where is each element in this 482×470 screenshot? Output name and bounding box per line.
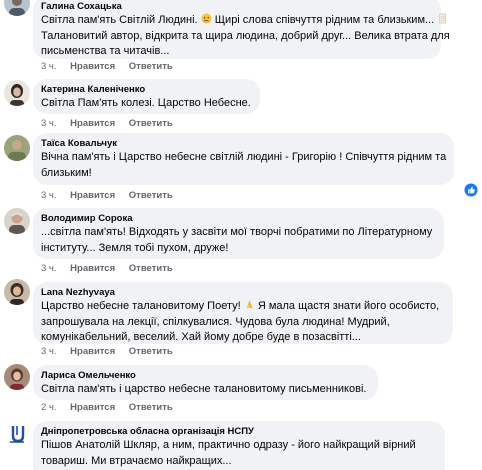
comment-author[interactable]: Lana Nezhyvaya xyxy=(41,287,443,299)
comment-text-line: Світла пам'ять і царство небесне таланов… xyxy=(41,383,367,395)
comment-text-line: Талановитий автор, відкрита та щира люди… xyxy=(41,29,450,42)
comment-text-line: товариш. Ми втрачаємо найкращих... xyxy=(41,454,232,467)
comment-text-line: Вічна пам'ять і Царство небесне світлій … xyxy=(41,151,447,163)
comment-text-line: комунікабельний, веселий. Хай йому добре… xyxy=(41,331,361,343)
comment-timestamp[interactable]: 3 ч. xyxy=(41,61,57,72)
comment-actions: 2 ч. Нравится Ответить xyxy=(41,402,184,414)
like-link[interactable]: Нравится xyxy=(70,346,115,357)
avatar[interactable] xyxy=(4,208,30,234)
comment-actions: 3 ч. Нравится Ответить xyxy=(41,190,184,202)
comment-bubble: Lana Nezhyvaya Царство небесне талановит… xyxy=(33,282,453,344)
comment-text-part: Я мала щастя знати його особисто, xyxy=(257,300,440,312)
comment-bubble: Таїса Ковальчук Вічна пам'ять і Царство … xyxy=(33,133,454,185)
comment-author[interactable]: Лариса Омельченко xyxy=(41,370,368,382)
reply-link[interactable]: Ответить xyxy=(129,190,173,201)
like-link[interactable]: Нравится xyxy=(70,190,115,201)
comment-text-line: запрошувала на лекції, спілкувалися. Чуд… xyxy=(41,315,390,328)
comment-author[interactable]: Катерина Каленіченко xyxy=(41,84,250,96)
comment-text-line: ...світла пам'ять! Відходять у засвіти м… xyxy=(41,226,433,238)
reply-link[interactable]: Ответить xyxy=(129,263,173,274)
folded-hands-emoji-icon xyxy=(246,300,252,309)
comment-bubble: Дніпропетровська обласна організація НСП… xyxy=(33,421,445,470)
comment-author[interactable]: Галина Сохацька xyxy=(41,1,431,13)
like-link[interactable]: Нравится xyxy=(70,118,115,129)
comment-actions: 3 ч. Нравится Ответить xyxy=(41,346,184,358)
comment-text-line: Світла пам'ять Світлій Людині. Щирі слов… xyxy=(41,13,447,29)
comment-bubble: Лариса Омельченко Світла пам'ять і царст… xyxy=(33,365,378,400)
reply-link[interactable]: Ответить xyxy=(129,61,173,72)
avatar[interactable] xyxy=(4,135,30,161)
comment-author[interactable]: Володимир Сорока xyxy=(41,213,434,225)
avatar[interactable] xyxy=(4,0,30,16)
comment-text-part: Царство небесне талановитому Поету! xyxy=(41,300,241,312)
avatar[interactable] xyxy=(4,80,30,106)
comment-timestamp[interactable]: 3 ч. xyxy=(41,190,57,201)
avatar[interactable] xyxy=(4,279,30,305)
comment-bubble: Катерина Каленіченко Світла Пам'ять коле… xyxy=(33,79,260,114)
like-link[interactable]: Нравится xyxy=(70,61,115,72)
comment-text-line: Світла Пам'ять колезі. Царство Небесне. xyxy=(41,97,251,109)
like-link[interactable]: Нравится xyxy=(70,402,115,413)
comment-text-line: близьким! xyxy=(41,166,92,179)
comment-text-line: письменства та читачів... xyxy=(41,45,170,57)
comment-actions: 3 ч. Нравится Ответить xyxy=(41,61,184,73)
nspu-logo[interactable] xyxy=(4,421,30,447)
comment-bubble: Галина Сохацька Світла пам'ять Світлій Л… xyxy=(33,0,450,59)
page-emoji-icon xyxy=(439,13,447,24)
comment-text-line: Царство небесне талановитому Поету! Я ма… xyxy=(41,299,443,315)
comment-timestamp[interactable]: 3 ч. xyxy=(41,263,57,274)
reply-link[interactable]: Ответить xyxy=(129,402,173,413)
reply-link[interactable]: Ответить xyxy=(129,118,173,129)
comment-bubble: Володимир Сорока ...світла пам'ять! Відх… xyxy=(33,208,444,259)
comment-text-part: Щирі слова співчуття рідним та близьким.… xyxy=(214,14,435,26)
comment-actions: 3 ч. Нравится Ответить xyxy=(41,263,184,275)
comment-timestamp[interactable]: 2 ч. xyxy=(41,402,57,413)
sad-face-emoji-icon xyxy=(201,13,212,24)
thumbs-up-reaction-icon[interactable] xyxy=(464,183,478,197)
comment-text-line: Пішов Анатолій Шкляр, а ним, практично о… xyxy=(41,439,416,451)
comments-thread: Галина Сохацька Світла пам'ять Світлій Л… xyxy=(0,0,482,470)
like-link[interactable]: Нравится xyxy=(70,263,115,274)
comment-author[interactable]: Таїса Ковальчук xyxy=(41,138,444,150)
comment-timestamp[interactable]: 3 ч. xyxy=(41,118,57,129)
comment-text-line: інституту... Земля тобі пухом, друже! xyxy=(41,241,229,254)
comment-timestamp[interactable]: 3 ч. xyxy=(41,346,57,357)
avatar[interactable] xyxy=(4,364,30,390)
comment-actions: 3 ч. Нравится Ответить xyxy=(41,118,184,130)
comment-text-part: Світла пам'ять Світлій Людині. xyxy=(41,14,198,26)
comment-author[interactable]: Дніпропетровська обласна організація НСП… xyxy=(41,426,435,438)
reply-link[interactable]: Ответить xyxy=(129,346,173,357)
